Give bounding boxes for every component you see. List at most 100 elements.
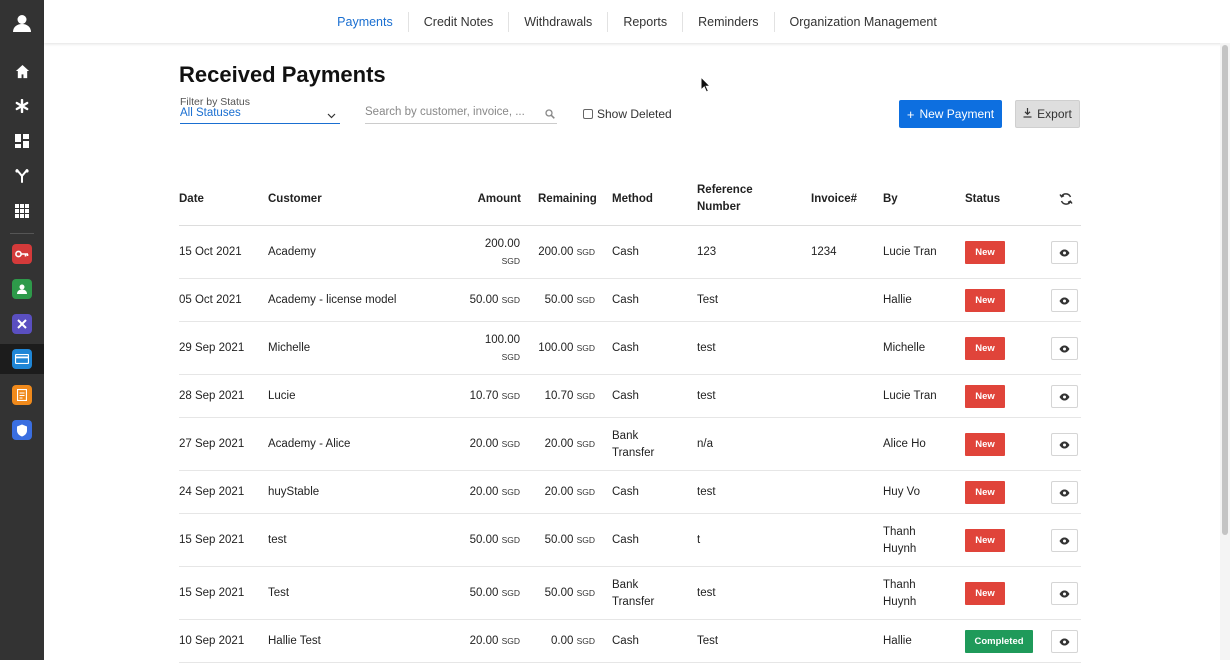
shield-app-icon[interactable]	[0, 415, 44, 445]
status-badge: New	[965, 529, 1005, 552]
nav-tab-withdrawals[interactable]: Withdrawals	[508, 11, 607, 32]
payment-amount-value: 20.00	[469, 486, 499, 498]
payment-amount-value: 100.00	[484, 333, 520, 346]
refresh-icon[interactable]	[1059, 192, 1073, 211]
remaining-amount-value: 100.00	[538, 342, 574, 354]
remaining-amount-value: 50.00	[544, 587, 574, 599]
table-row[interactable]: 15 Oct 2021 Academy 200.00 SGD 200.00 SGD Cas…	[179, 226, 1081, 279]
key-app-icon[interactable]	[0, 239, 44, 269]
nav-tab-credit-notes[interactable]: Credit Notes	[407, 11, 508, 32]
table-row[interactable]: 10 Sep 2021 Hallie Test 20.00 SGD 0.00 SGD C…	[179, 620, 1081, 663]
avatar-icon[interactable]	[0, 8, 44, 38]
view-button[interactable]	[1051, 289, 1078, 312]
home-icon[interactable]	[0, 56, 44, 86]
col-header-customer[interactable]: Customer	[268, 191, 322, 208]
scrollbar-thumb[interactable]	[1222, 45, 1228, 535]
reference-number: test	[697, 587, 716, 599]
payment-method-line: Cash	[612, 342, 639, 354]
view-button[interactable]	[1051, 481, 1078, 504]
payment-amount-value: 50.00	[469, 294, 499, 306]
payment-method-line: Cash	[612, 534, 639, 546]
payment-amount: 200.00 SGD	[485, 236, 520, 270]
table-row[interactable]: 15 Sep 2021 Test 50.00 SGD 50.00 SGD Bank Tra…	[179, 567, 1081, 620]
col-header-remaining[interactable]: Remaining	[538, 191, 597, 208]
view-button[interactable]	[1051, 630, 1078, 653]
eye-icon	[1059, 345, 1070, 353]
payment-date: 24 Sep 2021	[179, 486, 245, 498]
view-button[interactable]	[1051, 433, 1078, 456]
grid-icon[interactable]	[0, 196, 44, 226]
payment-method-line: Transfer	[612, 446, 655, 459]
payment-amount-value: 200.00	[484, 237, 520, 250]
payment-method: Cash	[612, 532, 639, 549]
payment-date: 28 Sep 2021	[179, 390, 245, 402]
dashboard-icon[interactable]	[0, 126, 44, 156]
export-button[interactable]: Export	[1015, 100, 1080, 128]
created-by-line: Huy Vo	[883, 486, 921, 498]
created-by-line: Huynh	[883, 595, 917, 608]
status-badge: New	[965, 481, 1005, 504]
view-button[interactable]	[1051, 529, 1078, 552]
view-button[interactable]	[1051, 337, 1078, 360]
show-deleted-checkbox[interactable]	[583, 109, 593, 119]
status-filter-dropdown[interactable]: All Statuses	[180, 107, 340, 124]
payment-method: Bank Transfer	[612, 428, 654, 462]
col-header-by[interactable]: By	[883, 191, 898, 208]
search-input[interactable]: Search by customer, invoice, ...	[365, 106, 557, 124]
table-row[interactable]: 15 Sep 2021 test 50.00 SGD 50.00 SGD Cash t Th…	[179, 514, 1081, 567]
table-row[interactable]: 24 Sep 2021 huyStable 20.00 SGD 20.00 SGD Ca…	[179, 471, 1081, 514]
view-button[interactable]	[1051, 582, 1078, 605]
view-button[interactable]	[1051, 241, 1078, 264]
nav-tab-reminders[interactable]: Reminders	[682, 11, 773, 32]
created-by: Lucie Tran	[883, 244, 937, 261]
download-icon	[1023, 107, 1032, 121]
remaining-amount-value: 20.00	[544, 486, 574, 498]
col-header-invoice[interactable]: Invoice#	[811, 191, 857, 208]
branch-icon[interactable]	[0, 161, 44, 191]
col-header-status[interactable]: Status	[965, 191, 1000, 208]
table-row[interactable]: 28 Sep 2021 Lucie 10.70 SGD 10.70 SGD Cash te…	[179, 375, 1081, 418]
payment-amount-currency: SGD	[501, 535, 520, 545]
payment-amount: 20.00 SGD	[470, 484, 520, 501]
created-by: Huy Vo	[883, 484, 920, 501]
reference-number: test	[697, 390, 716, 402]
remaining-amount: 0.00 SGD	[551, 633, 595, 650]
notes-app-icon[interactable]	[0, 380, 44, 410]
table-row[interactable]: 05 Oct 2021 Academy - license model 50.00 …	[179, 279, 1081, 322]
table-row[interactable]: 29 Sep 2021 Michelle 100.00 SGD 100.00 SGD Ca…	[179, 322, 1081, 375]
created-by-line: Huynh	[883, 542, 917, 555]
payment-method-line: Cash	[612, 294, 639, 306]
nav-tab-organization-management[interactable]: Organization Management	[773, 11, 952, 32]
sidebar-divider	[10, 233, 34, 234]
eye-icon	[1059, 489, 1070, 497]
nav-tab-payments[interactable]: Payments	[322, 12, 408, 32]
payment-amount-value: 10.70	[469, 390, 499, 402]
invoice-number: 1234	[811, 246, 837, 258]
payment-app-icon[interactable]	[0, 344, 44, 374]
col-header-date[interactable]: Date	[179, 191, 204, 208]
page-title: Received Payments	[179, 62, 386, 87]
remaining-amount-value: 20.00	[544, 438, 574, 450]
created-by: Michelle	[883, 340, 925, 357]
status-filter-value: All Statuses	[180, 107, 241, 119]
asterisk-icon[interactable]	[0, 91, 44, 121]
col-header-amount[interactable]: Amount	[459, 191, 521, 208]
customer-name: Test	[268, 587, 290, 599]
view-button[interactable]	[1051, 385, 1078, 408]
show-deleted-toggle[interactable]: Show Deleted	[583, 107, 672, 121]
eye-icon	[1059, 297, 1070, 305]
payment-method: Cash	[612, 340, 639, 357]
nav-tab-reports[interactable]: Reports	[607, 11, 682, 32]
col-header-method[interactable]: Method	[612, 191, 653, 208]
new-payment-button[interactable]: + New Payment	[899, 100, 1002, 128]
col-header-reference[interactable]: Reference Number	[697, 182, 753, 216]
customer-name: Lucie	[268, 390, 296, 402]
tools-app-icon[interactable]	[0, 309, 44, 339]
table-body: 15 Oct 2021 Academy 200.00 SGD 200.00 SGD Cas…	[179, 226, 1081, 663]
remaining-amount-value: 10.70	[544, 390, 574, 402]
page-scrollbar[interactable]	[1220, 43, 1230, 660]
people-app-icon[interactable]	[0, 274, 44, 304]
created-by-line: Michelle	[883, 342, 926, 354]
table-row[interactable]: 27 Sep 2021 Academy - Alice 20.00 SGD 20.00…	[179, 418, 1081, 471]
created-by-line: Hallie	[883, 294, 912, 306]
